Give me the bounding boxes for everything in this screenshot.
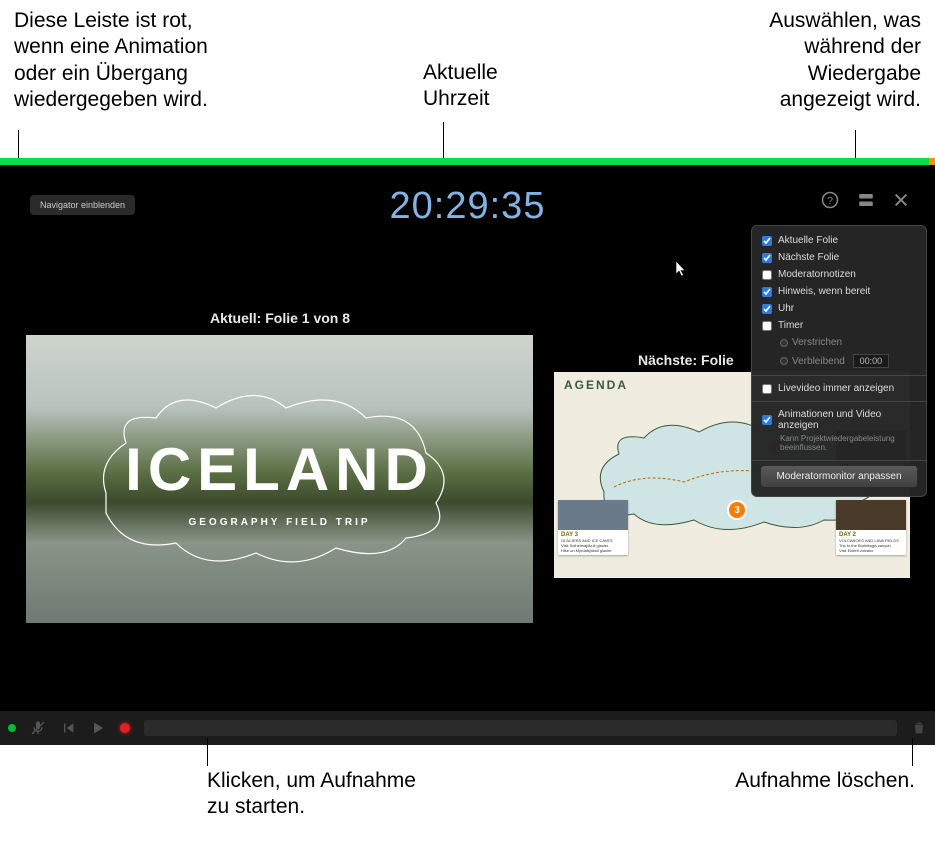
- option-current-slide[interactable]: Aktuelle Folie: [752, 232, 926, 249]
- option-label: Animationen und Video anzeigen: [778, 409, 916, 431]
- time-field[interactable]: [853, 354, 889, 368]
- radio-remaining[interactable]: [780, 357, 788, 365]
- callout-line: [207, 738, 208, 766]
- checkbox-timer[interactable]: [762, 321, 772, 331]
- option-label: Verbleibend: [792, 356, 845, 367]
- play-icon[interactable]: [90, 720, 106, 736]
- option-ready-hint[interactable]: Hinweis, wenn bereit: [752, 283, 926, 300]
- current-slide[interactable]: ICELAND GEOGRAPHY FIELD TRIP: [26, 335, 533, 623]
- status-dot-icon: [8, 724, 16, 732]
- microphone-icon[interactable]: [30, 720, 46, 736]
- status-bar: [0, 158, 935, 165]
- option-label: Timer: [778, 320, 803, 331]
- slide-subtitle: GEOGRAPHY FIELD TRIP: [26, 517, 533, 528]
- option-timer-remaining[interactable]: Verbleibend: [752, 351, 926, 371]
- checkbox-next-slide[interactable]: [762, 253, 772, 263]
- option-label: Verstrichen: [792, 337, 842, 348]
- cursor-icon: [676, 261, 688, 277]
- agenda-card-day2: DAY 2 VOLCANOES AND LAVA FIELDS Trip to …: [836, 500, 906, 555]
- bottom-area: [0, 745, 935, 852]
- next-slide-label: Nächste: Folie: [638, 352, 734, 368]
- callout-status-bar: Diese Leiste ist rot, wenn eine Animatio…: [14, 8, 208, 113]
- callout-line: [912, 738, 913, 766]
- option-animations[interactable]: Animationen und Video anzeigen: [752, 406, 926, 434]
- status-bar-mark: [929, 158, 935, 165]
- agenda-card-day3: DAY 3 GLACIERS AND ICE CAVES Visit Sólhe…: [558, 500, 628, 555]
- checkbox-clock[interactable]: [762, 304, 772, 314]
- close-icon[interactable]: [893, 192, 909, 208]
- option-label: Nächste Folie: [778, 252, 839, 263]
- customize-presenter-button[interactable]: Moderatormonitor anpassen: [760, 465, 918, 488]
- option-live-video[interactable]: Livevideo immer anzeigen: [752, 380, 926, 397]
- checkbox-current-slide[interactable]: [762, 236, 772, 246]
- options-icon[interactable]: [857, 191, 875, 209]
- agenda-title: AGENDA: [564, 378, 628, 392]
- option-timer[interactable]: Timer: [752, 317, 926, 334]
- option-label: Moderatornotizen: [778, 269, 856, 280]
- option-label: Hinweis, wenn bereit: [778, 286, 870, 297]
- timeline-track[interactable]: [144, 720, 897, 736]
- record-button[interactable]: [120, 723, 130, 733]
- option-presenter-notes[interactable]: Moderatornotizen: [752, 266, 926, 283]
- previous-icon[interactable]: [60, 720, 76, 736]
- option-next-slide[interactable]: Nächste Folie: [752, 249, 926, 266]
- checkbox-animations[interactable]: [762, 415, 772, 425]
- radio-elapsed[interactable]: [780, 339, 788, 347]
- checkbox-ready-hint[interactable]: [762, 287, 772, 297]
- clock-display: 20:29:35: [0, 185, 935, 228]
- option-timer-elapsed[interactable]: Verstrichen: [752, 334, 926, 351]
- checkbox-presenter-notes[interactable]: [762, 270, 772, 280]
- separator: [752, 375, 926, 376]
- callout-delete: Aufnahme löschen.: [735, 768, 915, 794]
- separator: [752, 401, 926, 402]
- option-clock[interactable]: Uhr: [752, 300, 926, 317]
- option-label: Uhr: [778, 303, 794, 314]
- display-options-popover: Aktuelle Folie Nächste Folie Moderatorno…: [751, 225, 927, 497]
- callout-clock: Aktuelle Uhrzeit: [423, 60, 498, 113]
- agenda-marker-3: 3: [729, 502, 745, 518]
- trash-icon[interactable]: [911, 720, 927, 736]
- slide-title: ICELAND: [26, 435, 533, 504]
- checkbox-live-video[interactable]: [762, 384, 772, 394]
- slide-background: ICELAND GEOGRAPHY FIELD TRIP: [26, 335, 533, 623]
- help-icon[interactable]: ?: [821, 191, 839, 209]
- callout-options: Auswählen, was während der Wiedergabe an…: [769, 8, 921, 113]
- svg-text:?: ?: [827, 195, 833, 207]
- option-label: Aktuelle Folie: [778, 235, 838, 246]
- presenter-window: Navigator einblenden 20:29:35 ? Aktuell:…: [0, 165, 935, 745]
- current-slide-label: Aktuell: Folie 1 von 8: [210, 310, 350, 326]
- separator: [752, 460, 926, 461]
- option-note: Kann Projektwiedergabeleistung beeinflus…: [752, 434, 926, 456]
- option-label: Livevideo immer anzeigen: [778, 383, 894, 394]
- recording-toolbar: [0, 711, 935, 745]
- callout-record: Klicken, um Aufnahme zu starten.: [207, 768, 416, 821]
- callout-line: [18, 130, 19, 158]
